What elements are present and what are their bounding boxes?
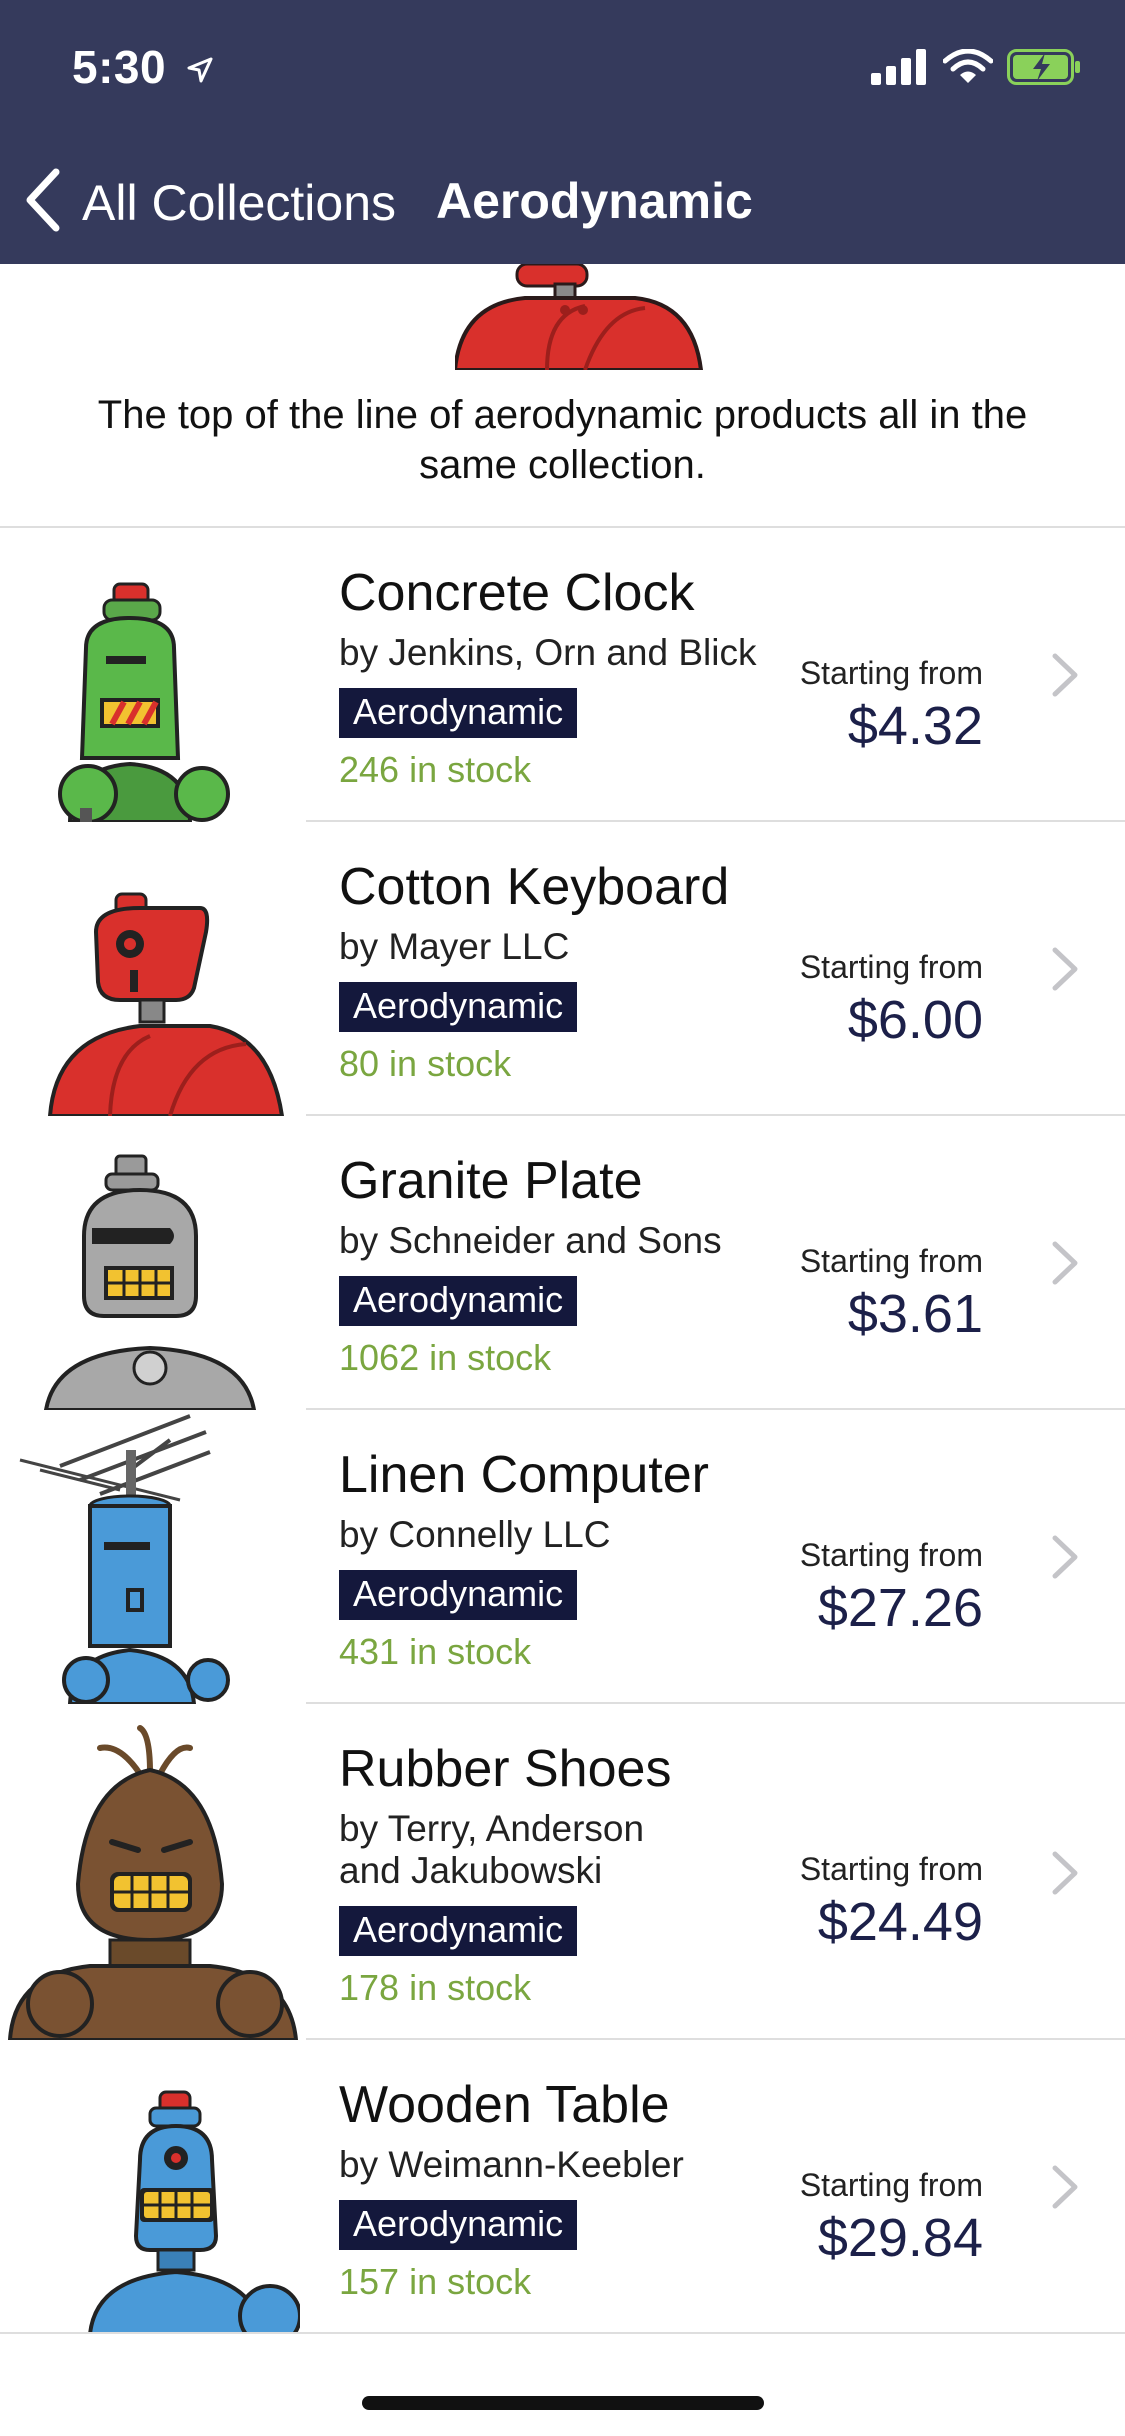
back-button[interactable]: All Collections <box>24 168 396 237</box>
stock-count: 178 in stock <box>339 1967 532 2008</box>
chevron-left-icon <box>24 168 64 237</box>
collection-hero-image <box>0 264 1125 370</box>
home-indicator[interactable] <box>362 2396 764 2410</box>
product-name: Linen Computer <box>339 1446 709 1504</box>
stock-count: 246 in stock <box>339 749 532 790</box>
product-info: Linen Computer by Connelly LLC Aerodynam… <box>339 1444 779 1674</box>
blue-robot-illustration <box>87 2090 300 2334</box>
collection-tag: Aerodynamic <box>339 2200 578 2250</box>
status-time-text: 5:30 <box>72 41 167 93</box>
product-name: Granite Plate <box>339 1152 643 1210</box>
chevron-right-icon <box>1049 1850 1081 1896</box>
chevron-right-icon <box>1049 946 1081 992</box>
product-vendor: by Jenkins, Orn and Blick <box>339 632 757 673</box>
status-icons <box>871 46 1081 92</box>
price-label: Starting from <box>799 1851 983 1887</box>
product-price: $27.26 <box>817 1578 983 1638</box>
chevron-right-icon <box>1049 1534 1081 1580</box>
price-block: Starting from $27.26 <box>800 1536 983 1638</box>
divider <box>0 2332 1125 2334</box>
chevron-right-icon <box>1049 652 1081 698</box>
product-name: Wooden Table <box>339 2076 670 2134</box>
product-info: Cotton Keyboard by Mayer LLC Aerodynamic… <box>339 856 779 1086</box>
product-name: Cotton Keyboard <box>339 858 730 916</box>
product-thumbnail <box>0 1704 300 2040</box>
product-info: Wooden Table by Weimann-Keebler Aerodyna… <box>339 2074 779 2304</box>
product-info: Granite Plate by Schneider and Sons Aero… <box>339 1150 779 1380</box>
product-thumbnail <box>0 2040 300 2334</box>
product-price: $6.00 <box>847 990 983 1050</box>
product-price: $29.84 <box>817 2208 983 2268</box>
product-row-cotton-keyboard[interactable]: Cotton Keyboard by Mayer LLC Aerodynamic… <box>0 822 1125 1116</box>
price-block: Starting from $3.61 <box>800 1242 983 1344</box>
location-arrow-icon <box>187 40 213 94</box>
product-price: $3.61 <box>847 1284 983 1344</box>
collection-tag: Aerodynamic <box>339 1276 578 1326</box>
back-button-label: All Collections <box>82 174 397 231</box>
product-row-rubber-shoes[interactable]: Rubber Shoes by Terry, Anderson and Jaku… <box>0 1704 1125 2040</box>
collection-tag: Aerodynamic <box>339 1906 578 1956</box>
collection-tag: Aerodynamic <box>339 982 578 1032</box>
product-thumbnail <box>0 1116 300 1410</box>
price-label: Starting from <box>799 1243 983 1279</box>
brown-robot-illustration <box>7 1725 299 2040</box>
status-bar: 5:30 <box>0 0 1125 132</box>
stock-count: 157 in stock <box>339 2261 532 2302</box>
chevron-right-icon <box>1049 2164 1081 2210</box>
price-label: Starting from <box>799 1537 983 1573</box>
collection-tag: Aerodynamic <box>339 688 578 738</box>
price-label: Starting from <box>799 655 983 691</box>
gray-robot-illustration <box>43 1154 257 1410</box>
status-time: 5:30 <box>72 40 213 94</box>
product-vendor: by Weimann-Keebler <box>339 2144 684 2185</box>
product-vendor: by Connelly LLC <box>339 1514 611 1555</box>
product-vendor: by Terry, Anderson and Jakubowski <box>339 1808 645 1891</box>
product-info: Rubber Shoes by Terry, Anderson and Jaku… <box>339 1738 679 2010</box>
red-robot-illustration <box>47 892 285 1116</box>
stock-count: 80 in stock <box>339 1043 512 1084</box>
price-block: Starting from $29.84 <box>800 2166 983 2268</box>
collection-description: The top of the line of aerodynamic produ… <box>97 393 1028 487</box>
product-thumbnail <box>0 822 300 1116</box>
price-block: Starting from $24.49 <box>800 1850 983 1952</box>
product-thumbnail <box>0 528 300 822</box>
battery-charging-icon <box>1007 48 1081 90</box>
product-name: Concrete Clock <box>339 564 695 622</box>
stock-count: 431 in stock <box>339 1631 532 1672</box>
page-title: Aerodynamic <box>436 173 753 229</box>
product-thumbnail <box>0 1410 300 1704</box>
price-label: Starting from <box>799 2167 983 2203</box>
collection-tag: Aerodynamic <box>339 1570 578 1620</box>
product-info: Concrete Clock by Jenkins, Orn and Blick… <box>339 562 799 792</box>
product-row-granite-plate[interactable]: Granite Plate by Schneider and Sons Aero… <box>0 1116 1125 1410</box>
product-vendor: by Schneider and Sons <box>339 1220 722 1261</box>
price-label: Starting from <box>799 949 983 985</box>
price-block: Starting from $4.32 <box>800 654 983 756</box>
product-list: Concrete Clock by Jenkins, Orn and Blick… <box>0 528 1125 2334</box>
navigation-bar: All Collections Aerodynamic <box>0 132 1125 264</box>
product-vendor: by Mayer LLC <box>339 926 570 967</box>
chevron-right-icon <box>1049 1240 1081 1286</box>
product-row-concrete-clock[interactable]: Concrete Clock by Jenkins, Orn and Blick… <box>0 528 1125 822</box>
wifi-icon <box>942 48 994 90</box>
cellular-signal-icon <box>871 48 929 90</box>
green-robot-illustration <box>58 582 230 822</box>
product-row-linen-computer[interactable]: Linen Computer by Connelly LLC Aerodynam… <box>0 1410 1125 1704</box>
product-price: $24.49 <box>817 1892 983 1952</box>
price-block: Starting from $6.00 <box>800 948 983 1050</box>
product-name: Rubber Shoes <box>339 1740 672 1798</box>
stock-count: 1062 in stock <box>339 1337 552 1378</box>
blue-robot-illustration <box>19 1414 230 1704</box>
product-price: $4.32 <box>847 696 983 756</box>
red-robot-illustration <box>455 264 704 370</box>
product-row-wooden-table[interactable]: Wooden Table by Weimann-Keebler Aerodyna… <box>0 2040 1125 2334</box>
